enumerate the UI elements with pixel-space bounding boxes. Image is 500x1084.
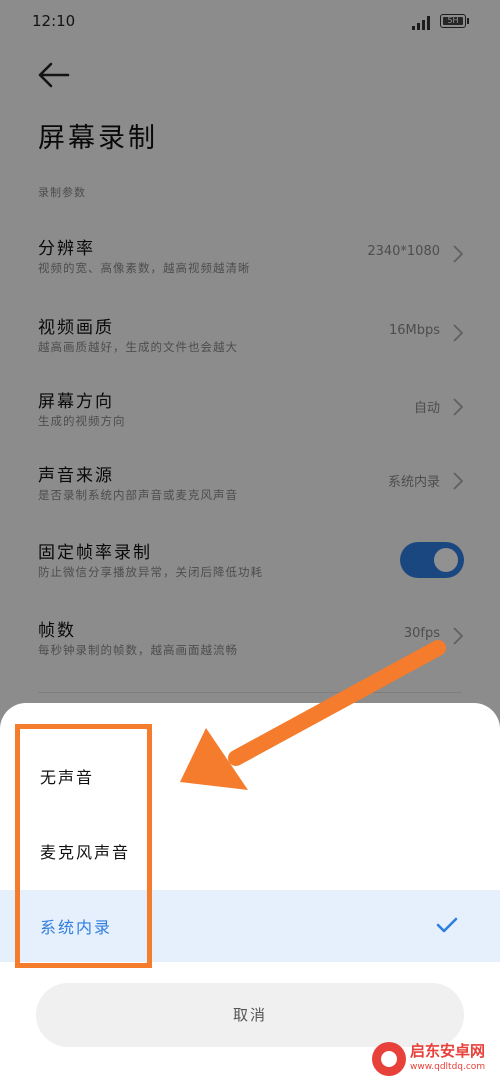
watermark-logo-icon xyxy=(372,1042,406,1076)
check-icon xyxy=(436,917,458,933)
watermark-url: www.qdltdq.com xyxy=(410,1062,486,1072)
cancel-label: 取消 xyxy=(232,1006,267,1024)
watermark-name: 启东安卓网 xyxy=(410,1042,486,1060)
annotation-highlight-box xyxy=(15,724,152,968)
watermark: 启东安卓网 www.qdltdq.com xyxy=(366,1036,500,1084)
